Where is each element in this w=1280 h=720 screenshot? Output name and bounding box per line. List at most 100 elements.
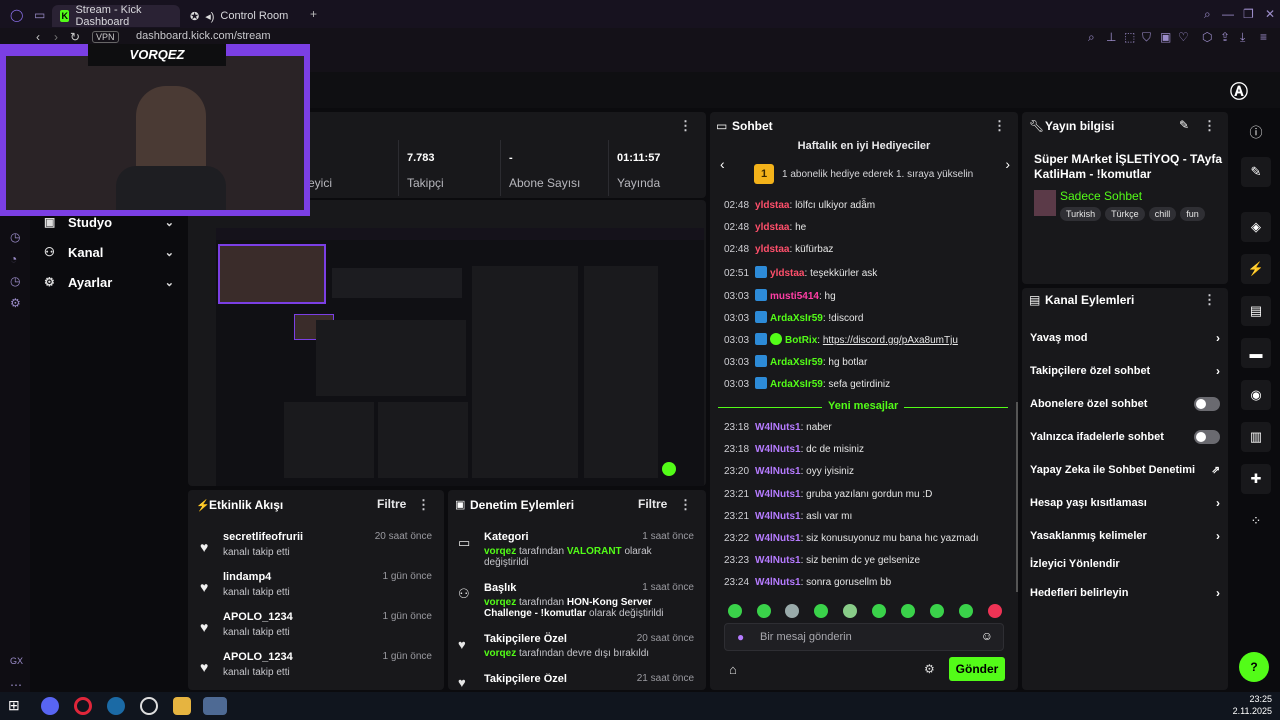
chat-input-box[interactable]: ● Bir mesaj gönderin ☺ — [724, 623, 1004, 651]
emoji-icon[interactable]: ☺ — [981, 629, 993, 643]
nav-item-ayarlar[interactable]: ⚙ Ayarlar ⌄ — [44, 271, 174, 293]
tab-menu-icon[interactable]: ▭ — [34, 8, 45, 22]
opera-icon[interactable] — [74, 697, 92, 715]
emote-icon[interactable] — [872, 604, 886, 618]
pin-icon[interactable]: ⊥ — [1106, 30, 1116, 44]
reload-icon[interactable]: ↻ — [70, 30, 80, 44]
action-banned-words[interactable]: Yasaklanmış kelimeler › — [1030, 526, 1220, 546]
sidebar-history2-icon[interactable]: ◷ — [10, 274, 20, 288]
chevron-right-icon[interactable]: › — [1005, 156, 1010, 172]
menu-icon[interactable]: ≡ — [1260, 30, 1267, 44]
sidebar-clock-icon[interactable]: ◷ — [10, 230, 20, 244]
stats-menu-icon[interactable]: ⋮ — [679, 118, 692, 134]
follower-name[interactable]: secretlifeofrurii — [223, 531, 303, 543]
broadcast-icon[interactable]: ◉ — [1241, 380, 1271, 410]
sidebar-gx-icon[interactable]: GX — [10, 656, 23, 666]
mod-filter-button[interactable]: Filtre — [638, 497, 667, 511]
discord-link[interactable]: https://discord.gg/pAxa8umTju — [823, 335, 958, 346]
chat-settings-icon[interactable]: ⚙ — [924, 662, 935, 676]
emote-only-toggle[interactable] — [1194, 430, 1220, 444]
follower-name[interactable]: APOLO_1234 — [223, 611, 293, 623]
close-icon[interactable]: ✕ — [1265, 7, 1275, 21]
maximize-icon[interactable]: ❐ — [1243, 7, 1254, 21]
opera-logo-icon[interactable]: ◯ — [10, 8, 23, 22]
clip-icon[interactable]: ◈ — [1241, 212, 1271, 242]
tag[interactable]: fun — [1180, 207, 1205, 221]
more-icon[interactable]: ⁘ — [1241, 506, 1271, 536]
emote-icon[interactable] — [988, 604, 1002, 618]
action-followers-only[interactable]: Takipçilere özel sohbet › — [1030, 361, 1220, 381]
edit-pencil-icon[interactable]: ✎ — [1179, 118, 1189, 132]
back-icon[interactable]: ‹ — [36, 30, 40, 44]
channel-actions-menu-icon[interactable]: ⋮ — [1203, 292, 1216, 308]
action-account-age[interactable]: Hesap yaşı kısıtlaması › — [1030, 493, 1220, 513]
edit-icon[interactable]: ✎ — [1241, 157, 1271, 187]
chevron-left-icon[interactable]: ‹ — [720, 156, 725, 172]
mod-menu-icon[interactable]: ⋮ — [679, 497, 692, 513]
sidebar-settings-icon[interactable]: ⚙ — [10, 296, 21, 310]
store-icon[interactable]: ⌂ — [729, 662, 737, 677]
action-slow-mode[interactable]: Yavaş mod › — [1030, 328, 1220, 348]
windows-start-icon[interactable]: ⊞ — [8, 697, 26, 715]
chat-scrollbar[interactable] — [1016, 402, 1018, 592]
microphone-icon[interactable]: ● — [737, 630, 744, 644]
tools-icon[interactable]: ✚ — [1241, 464, 1271, 494]
activity-filter-button[interactable]: Filtre — [377, 497, 406, 511]
tag[interactable]: chill — [1148, 207, 1177, 221]
activity-menu-icon[interactable]: ⋮ — [417, 497, 430, 513]
search-icon[interactable]: ⌕ — [1204, 7, 1211, 22]
nav-item-kanal[interactable]: ⚇ Kanal ⌄ — [44, 241, 174, 263]
stream-category[interactable]: Sadece Sohbet — [1060, 189, 1142, 203]
download-icon[interactable]: ⤓ — [1240, 30, 1245, 45]
vpn-badge[interactable]: VPN — [92, 31, 119, 43]
tag[interactable]: Türkçe — [1105, 207, 1145, 221]
emote-icon[interactable] — [785, 604, 799, 618]
account-logo-icon[interactable]: Ⓐ — [1230, 78, 1252, 102]
share-icon[interactable]: ⇪ — [1220, 30, 1230, 44]
notes-icon[interactable]: ▤ — [1241, 296, 1271, 326]
action-goals[interactable]: Hedefleri belirleyin › — [1030, 583, 1220, 603]
forward-icon[interactable]: › — [54, 30, 58, 44]
stream-preview-video[interactable] — [216, 228, 704, 486]
active-app-icon[interactable] — [203, 697, 227, 715]
emote-icon[interactable] — [728, 604, 742, 618]
discord-icon[interactable] — [41, 697, 59, 715]
lightning-icon[interactable]: ⚡ — [1241, 254, 1271, 284]
sidebar-more-icon[interactable]: ⋯ — [10, 678, 22, 692]
chat-icon[interactable]: ▬ — [1241, 338, 1271, 368]
tab-kick-dashboard[interactable]: K Stream - Kick Dashboard — [52, 4, 180, 28]
url-field[interactable]: dashboard.kick.com/stream — [136, 30, 271, 42]
subscribers-only-toggle[interactable] — [1194, 397, 1220, 411]
tab-control-room[interactable]: ✪ ◂) Control Room — [182, 5, 302, 27]
steam-icon[interactable] — [107, 697, 125, 715]
layout-icon[interactable]: ▥ — [1241, 422, 1271, 452]
wallet-icon[interactable]: ▣ — [1160, 30, 1171, 44]
vpn-shield-icon[interactable]: ⛉ — [1142, 30, 1151, 45]
emote-icon[interactable] — [757, 604, 771, 618]
action-ai-moderation[interactable]: Yapay Zeka ile Sohbet Denetimi ⇗ — [1030, 460, 1220, 480]
zoom-icon[interactable]: ⌕ — [1088, 30, 1095, 45]
emote-icon[interactable] — [843, 604, 857, 618]
stream-info-menu-icon[interactable]: ⋮ — [1203, 118, 1216, 134]
file-explorer-icon[interactable] — [173, 697, 191, 715]
snapshot-icon[interactable]: ⬚ — [1124, 30, 1135, 44]
follower-name[interactable]: lindamp4 — [223, 571, 271, 583]
send-button[interactable]: Gönder — [949, 657, 1005, 681]
obs-icon[interactable] — [140, 697, 158, 715]
emote-icon[interactable] — [930, 604, 944, 618]
chat-menu-icon[interactable]: ⋮ — [993, 118, 1006, 134]
follower-name[interactable]: APOLO_1234 — [223, 651, 293, 663]
action-raid[interactable]: İzleyici Yönlendir — [1030, 554, 1220, 574]
help-icon[interactable]: ? — [1239, 652, 1269, 682]
heart-icon[interactable]: ♡ — [1178, 30, 1189, 44]
emote-icon[interactable] — [814, 604, 828, 618]
minimize-icon[interactable]: — — [1222, 7, 1234, 21]
chat-input[interactable]: Bir mesaj gönderin — [760, 631, 852, 643]
sidebar-history-icon[interactable]: ◔ — [10, 252, 17, 266]
emote-icon[interactable] — [959, 604, 973, 618]
info-icon[interactable]: ⓘ — [1241, 116, 1271, 146]
emote-icon[interactable] — [901, 604, 915, 618]
extensions-icon[interactable]: ⬡ — [1202, 30, 1212, 44]
new-tab-icon[interactable]: + — [310, 7, 317, 21]
tag[interactable]: Turkish — [1060, 207, 1102, 221]
